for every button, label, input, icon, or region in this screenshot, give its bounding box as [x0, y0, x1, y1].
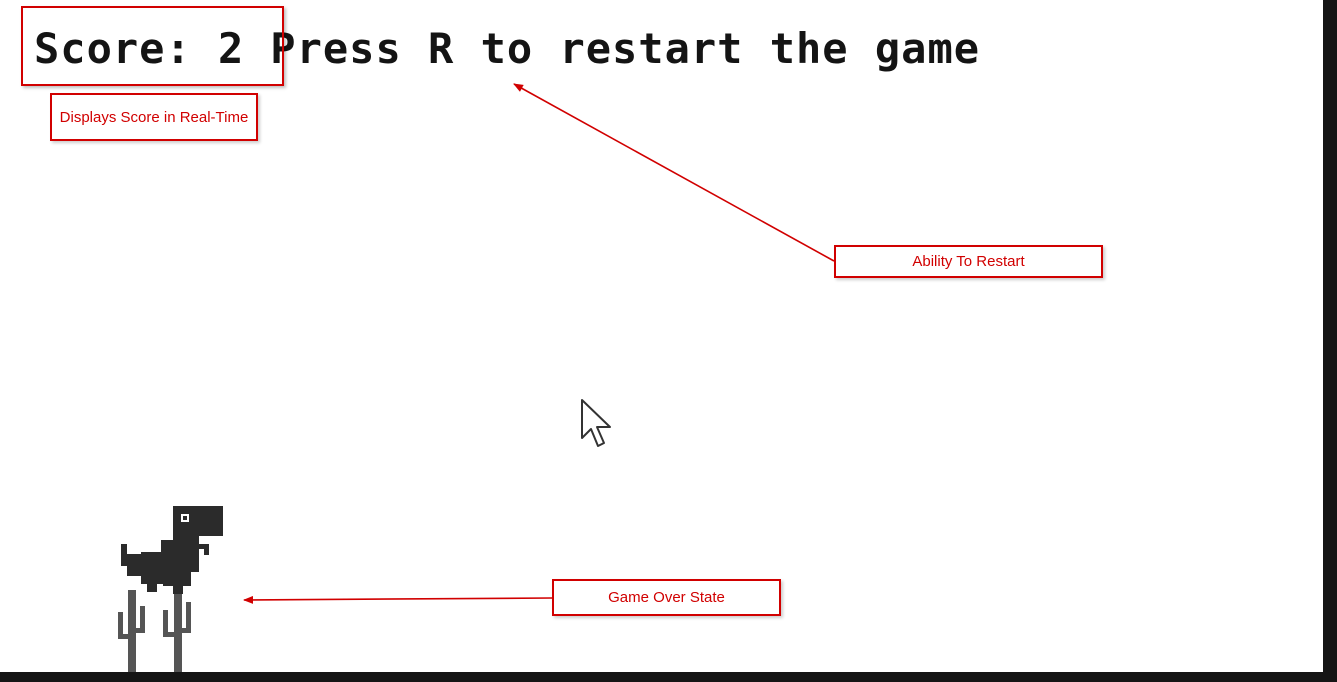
window-frame-right: [1323, 0, 1337, 682]
game-canvas[interactable]: Score: 2 Press R to restart the game Dis…: [0, 0, 1323, 674]
restart-arrow: [513, 83, 835, 262]
game-over-arrow: [243, 595, 553, 604]
window-frame-bottom: [0, 672, 1337, 682]
t-rex-dinosaur: [121, 506, 223, 594]
mouse-cursor-icon: [581, 399, 611, 447]
